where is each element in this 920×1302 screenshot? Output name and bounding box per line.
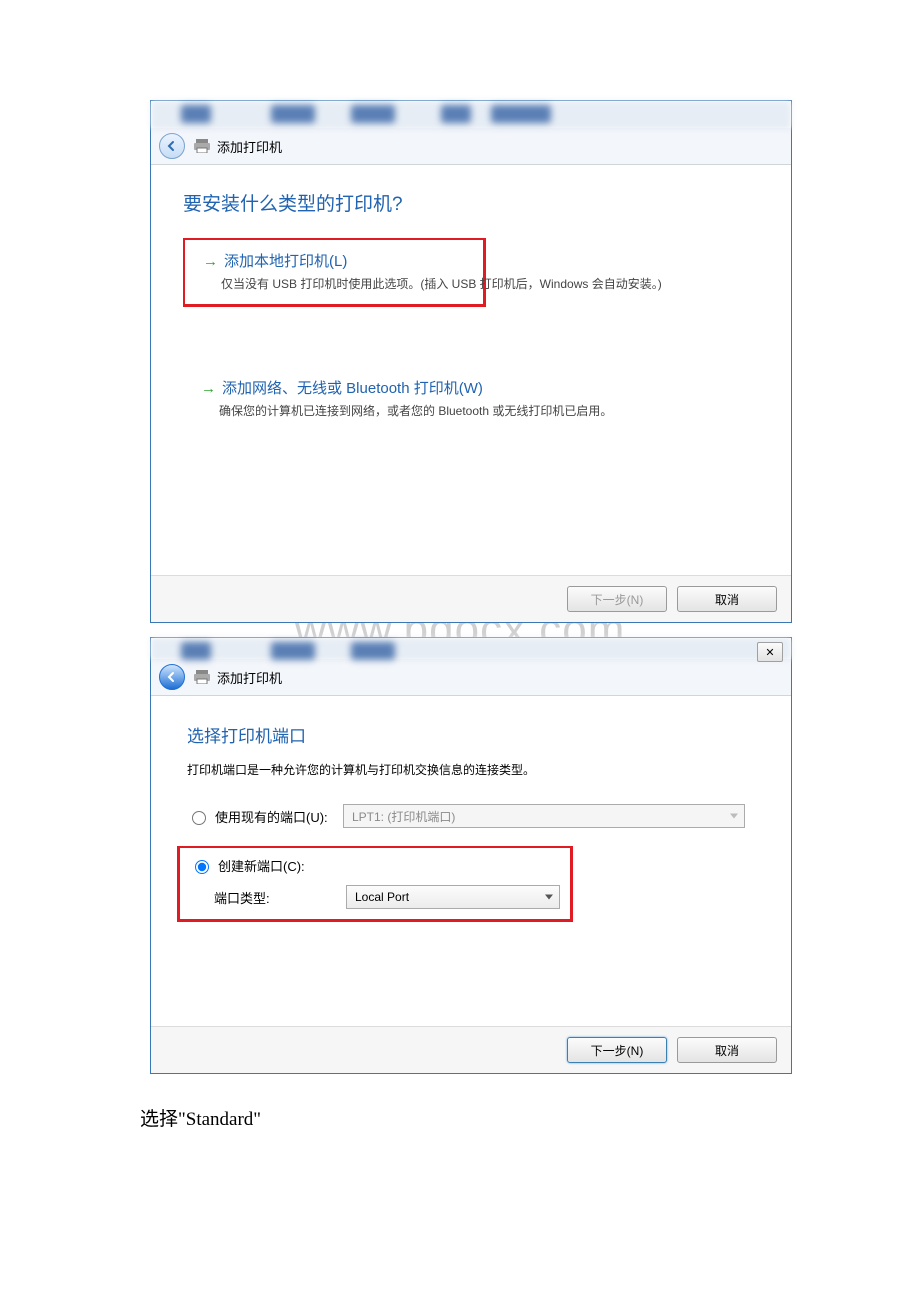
dialog-footer: 下一步(N) 取消 xyxy=(151,575,791,622)
option-network-title-text: 添加网络、无线或 Bluetooth 打印机(W) xyxy=(222,380,483,397)
dialog-header: 添加打印机 xyxy=(151,659,791,696)
back-button[interactable] xyxy=(159,664,185,690)
blurred-taskbar xyxy=(151,638,791,659)
option-local-desc: 仅当没有 USB 打印机时使用此选项。(插入 USB 打印机后，Windows … xyxy=(203,275,473,292)
create-new-port-label: 创建新端口(C): xyxy=(218,856,305,875)
port-type-label: 端口类型: xyxy=(190,888,340,907)
add-printer-type-dialog: 添加打印机 要安装什么类型的打印机? → 添加本地打印机(L) 仅当没有 USB … xyxy=(150,100,792,623)
arrow-icon: → xyxy=(201,380,216,397)
breadcrumb: 添加打印机 xyxy=(217,668,282,687)
option-add-local-printer[interactable]: → 添加本地打印机(L) 仅当没有 USB 打印机时使用此选项。(插入 USB 打… xyxy=(183,238,486,307)
printer-icon xyxy=(193,670,211,684)
option-network-desc: 确保您的计算机已连接到网络，或者您的 Bluetooth 或无线打印机已启用。 xyxy=(201,402,749,419)
next-button[interactable]: 下一步(N) xyxy=(567,1037,667,1063)
section-title: 选择打印机端口 xyxy=(187,722,755,747)
cancel-button[interactable]: 取消 xyxy=(677,586,777,612)
use-existing-port-label: 使用现有的端口(U): xyxy=(215,807,328,826)
breadcrumb: 添加打印机 xyxy=(217,137,282,156)
cancel-button[interactable]: 取消 xyxy=(677,1037,777,1063)
chevron-down-icon xyxy=(545,895,553,900)
blurred-taskbar xyxy=(151,101,791,128)
close-button[interactable]: ✕ xyxy=(757,642,783,662)
back-button[interactable] xyxy=(159,133,185,159)
printer-icon xyxy=(193,139,211,153)
back-arrow-icon xyxy=(166,671,178,683)
create-new-port-highlight: 创建新端口(C): 端口类型: Local Port xyxy=(177,846,573,922)
existing-port-combo: LPT1: (打印机端口) xyxy=(343,804,745,828)
existing-port-value: LPT1: (打印机端口) xyxy=(352,808,455,825)
dialog-header: 添加打印机 xyxy=(151,128,791,165)
arrow-icon: → xyxy=(203,253,218,270)
option-local-title: → 添加本地打印机(L) xyxy=(203,250,473,271)
instruction-caption: 选择"Standard" xyxy=(140,1104,920,1131)
use-existing-port-radio[interactable] xyxy=(192,811,206,825)
create-new-port-radio[interactable] xyxy=(195,860,209,874)
chevron-down-icon xyxy=(730,814,738,819)
back-arrow-icon xyxy=(166,140,178,152)
port-type-combo[interactable]: Local Port xyxy=(346,885,560,909)
option-add-network-printer[interactable]: → 添加网络、无线或 Bluetooth 打印机(W) 确保您的计算机已连接到网络… xyxy=(183,367,759,431)
dialog-footer: 下一步(N) 取消 xyxy=(151,1026,791,1073)
select-printer-port-dialog: ✕ 添加打印机 选择打印机端口 打印机端口是一种允许您的计算机与打印机交换信息的… xyxy=(150,637,792,1074)
option-local-title-text: 添加本地打印机(L) xyxy=(224,253,347,270)
option-network-title: → 添加网络、无线或 Bluetooth 打印机(W) xyxy=(201,377,749,398)
question-heading: 要安装什么类型的打印机? xyxy=(183,189,759,216)
port-type-value: Local Port xyxy=(355,890,409,904)
section-desc: 打印机端口是一种允许您的计算机与打印机交换信息的连接类型。 xyxy=(187,761,755,778)
use-existing-port-row: 使用现有的端口(U): LPT1: (打印机端口) xyxy=(187,804,755,828)
next-button[interactable]: 下一步(N) xyxy=(567,586,667,612)
